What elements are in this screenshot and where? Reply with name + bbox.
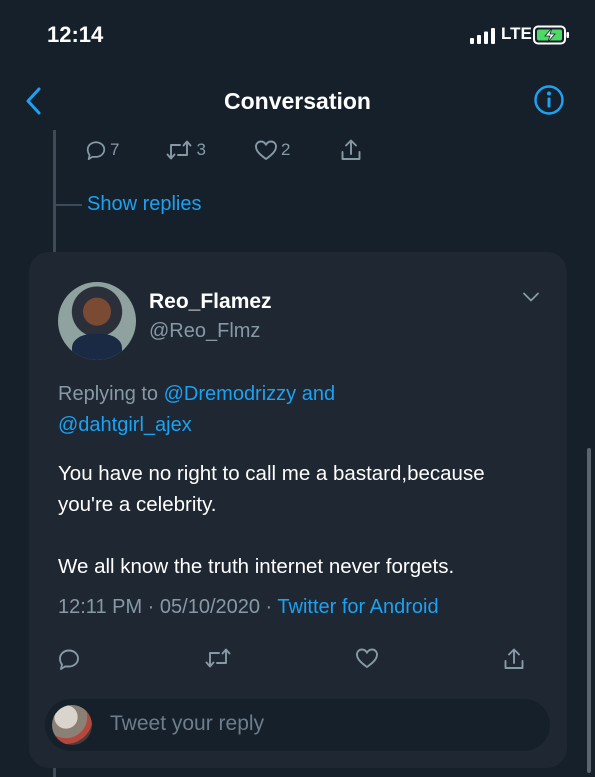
tweet-text-paragraph: You have no right to call me a bastard,b… — [58, 462, 485, 516]
replying-and: and — [296, 383, 336, 405]
page-title: Conversation — [224, 88, 371, 114]
status-bar: 12:14 LTE — [0, 0, 595, 70]
avatar[interactable] — [58, 282, 136, 360]
share-button[interactable] — [503, 647, 525, 671]
signal-icon — [470, 28, 495, 44]
previous-tweet-actions: 7 3 2 — [85, 136, 362, 164]
replying-to: Replying to @Dremodrizzy and @dahtgirl_aj… — [58, 379, 478, 441]
like-icon — [254, 140, 277, 160]
scrollbar[interactable] — [587, 448, 591, 773]
display-name[interactable]: Reo_Flamez — [149, 290, 272, 314]
mention-link[interactable]: @dahtgirl_ajex — [58, 414, 192, 436]
reply-button[interactable] — [57, 647, 81, 671]
reply-button[interactable]: 7 — [85, 139, 119, 161]
nav-bar: Conversation — [0, 70, 595, 130]
reply-placeholder: Tweet your reply — [110, 712, 265, 735]
retweet-icon — [167, 140, 192, 160]
share-button[interactable] — [340, 138, 362, 162]
mention-link[interactable]: @Dremodrizzy — [164, 383, 297, 405]
avatar — [52, 705, 92, 745]
status-time: 12:14 — [47, 22, 104, 47]
thread-line — [53, 767, 56, 777]
tweet-meta: 12:11 PM · 05/10/2020 · Twitter for Andr… — [58, 596, 439, 619]
like-count: 2 — [280, 140, 291, 159]
like-button[interactable] — [355, 647, 379, 669]
tweet-text: You have no right to call me a bastard,b… — [58, 458, 538, 582]
info-icon[interactable] — [533, 84, 565, 116]
retweet-count: 3 — [196, 140, 206, 159]
reply-input[interactable]: Tweet your reply — [45, 699, 550, 751]
network-label: LTE — [501, 24, 532, 43]
share-icon — [341, 139, 361, 160]
share-icon — [504, 648, 524, 669]
tweet-timestamp: 12:11 PM · 05/10/2020 · — [58, 596, 278, 618]
thread-connector — [56, 204, 82, 206]
avatar-figure — [72, 334, 122, 360]
tweet-source-link[interactable]: Twitter for Android — [277, 596, 438, 618]
retweet-button[interactable]: 3 — [165, 139, 206, 161]
user-handle[interactable]: @Reo_Flmz — [149, 320, 260, 343]
thread-line — [53, 130, 56, 252]
tweet-card: Reo_Flamez @Reo_Flmz Replying to @Dremod… — [29, 252, 567, 768]
show-replies-link[interactable]: Show replies — [87, 193, 202, 216]
tweet-text-paragraph: We all know the truth internet never for… — [58, 555, 455, 578]
retweet-button[interactable] — [204, 647, 232, 669]
chevron-down-icon[interactable] — [521, 290, 541, 304]
like-button[interactable]: 2 — [254, 139, 290, 161]
replying-prefix: Replying to — [58, 383, 164, 405]
tweet-actions — [57, 647, 527, 671]
reply-count: 7 — [110, 140, 120, 159]
reply-icon — [59, 649, 79, 670]
battery-charging-icon — [533, 25, 569, 45]
retweet-icon — [205, 648, 231, 668]
like-icon — [356, 648, 378, 668]
reply-icon — [86, 141, 106, 161]
